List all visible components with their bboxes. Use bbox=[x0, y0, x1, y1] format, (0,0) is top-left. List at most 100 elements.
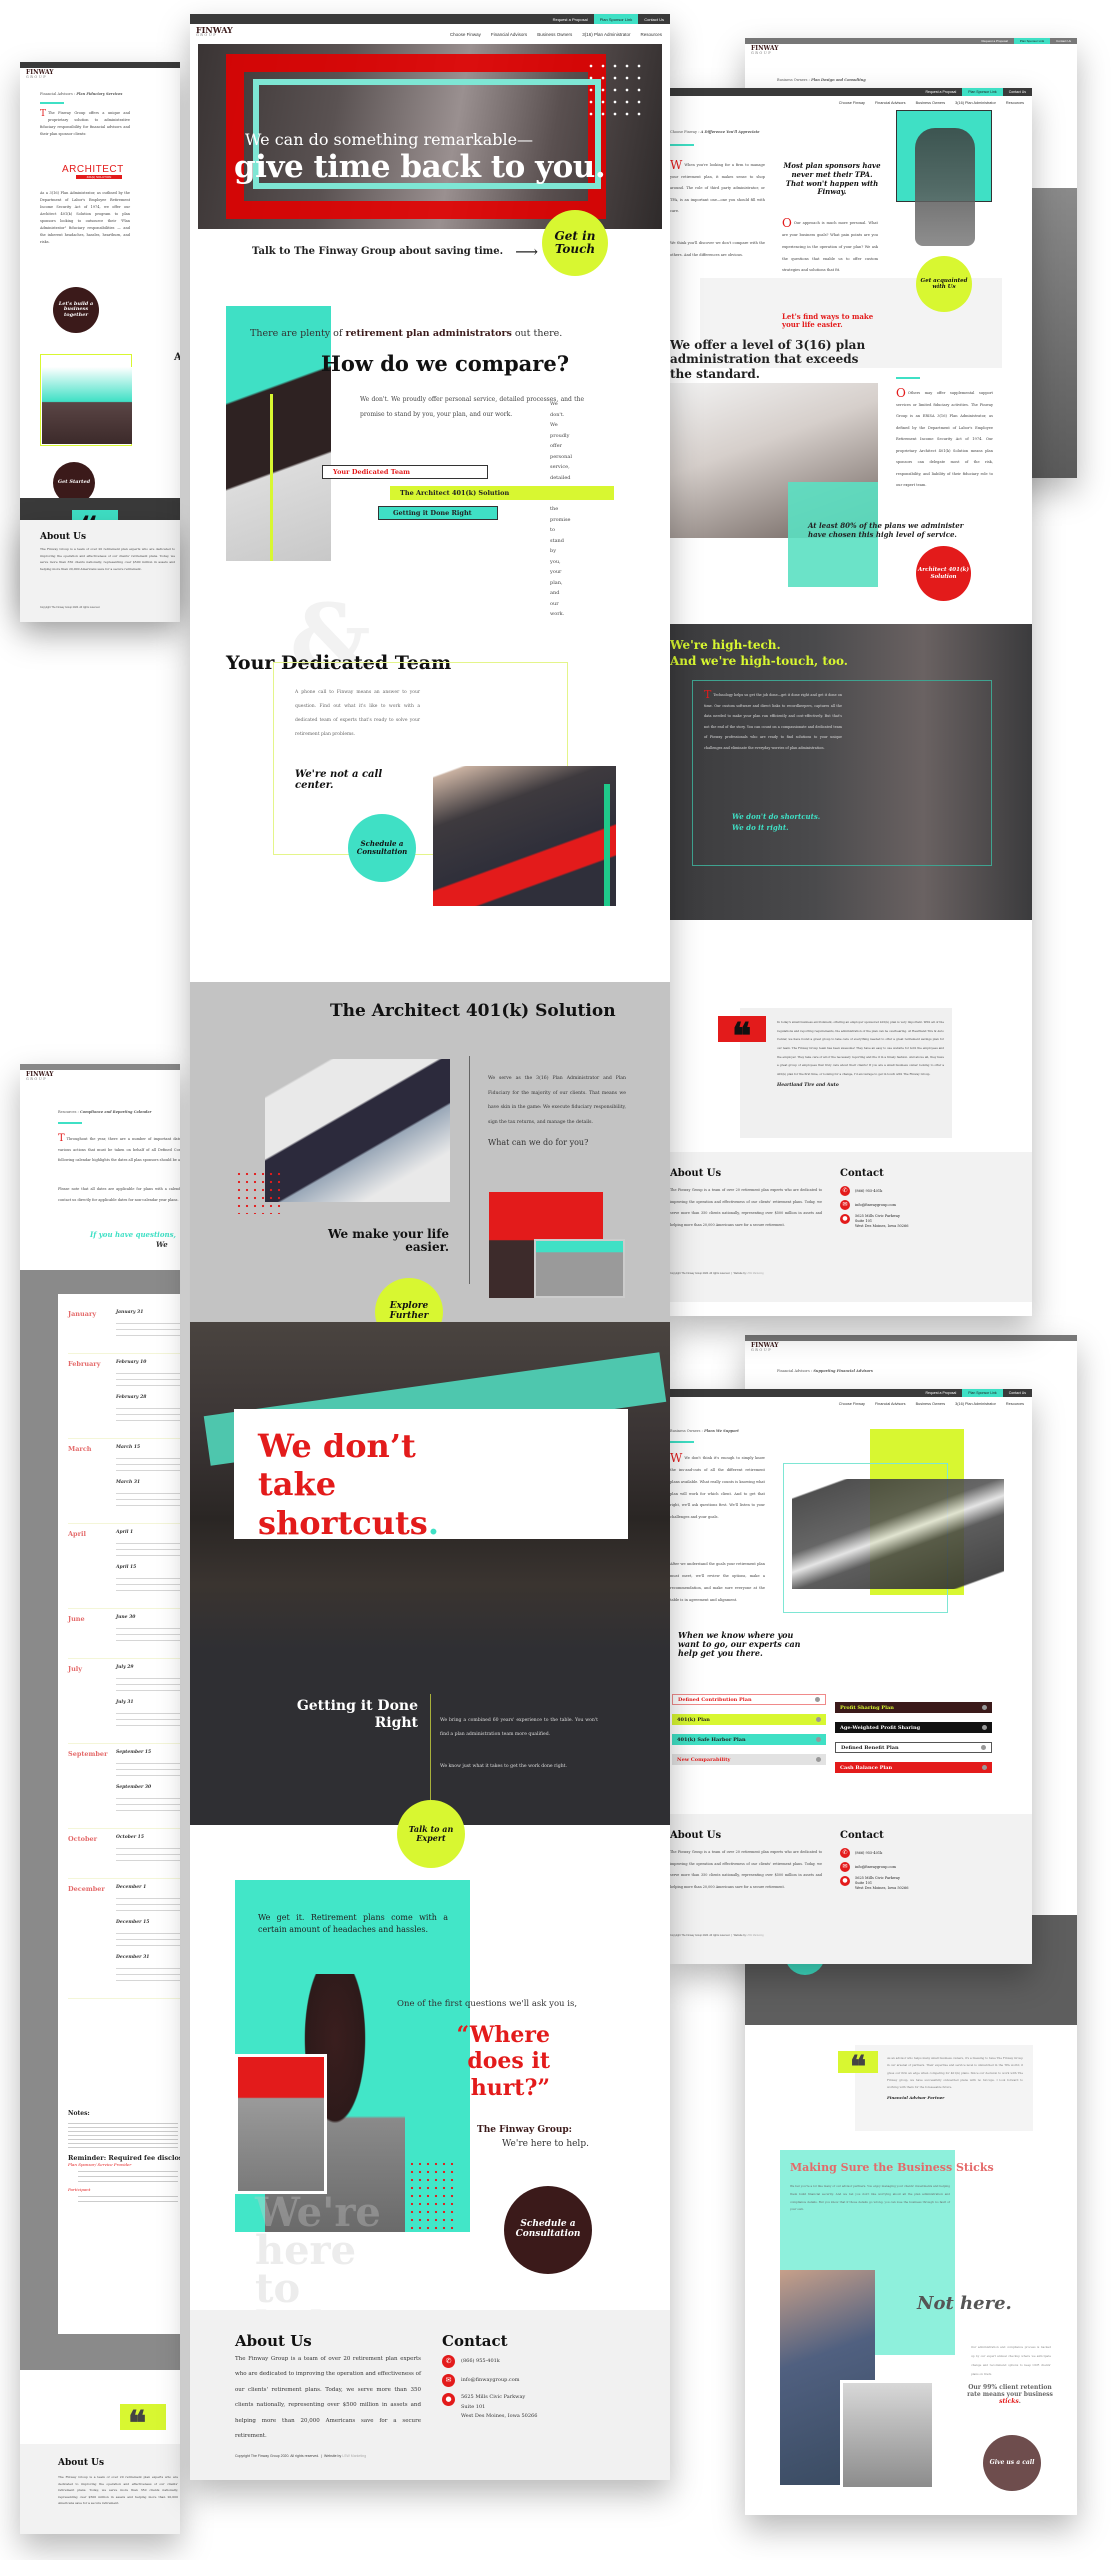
plan-accordion-button[interactable]: 401(k) Plan bbox=[672, 1714, 826, 1725]
breadcrumb-parent[interactable]: Business Owners bbox=[670, 1429, 700, 1433]
nav-resources[interactable]: Resources bbox=[1006, 1402, 1024, 1406]
nav-choose-finway[interactable]: Choose Finway bbox=[839, 1402, 865, 1406]
request-proposal-link[interactable]: Request a Proposal bbox=[975, 38, 1013, 44]
plan-sponsor-link[interactable]: Plan Sponsor Link bbox=[1013, 38, 1051, 44]
headset-woman-photo bbox=[42, 367, 132, 444]
plan-accordion-button[interactable]: 401(k) Safe Harbor Plan bbox=[672, 1734, 826, 1745]
finway-logo[interactable]: FINWAY GROUP bbox=[26, 1072, 54, 1082]
footer-phone[interactable]: (866) 955-401k bbox=[461, 2357, 500, 2366]
compare-link-architect[interactable]: The Architect 401(k) Solution bbox=[390, 486, 614, 500]
talk-to-expert-button[interactable]: Talk to an Expert bbox=[397, 1800, 465, 1868]
nav-resources[interactable]: Resources bbox=[1006, 101, 1024, 105]
breadcrumb: Choose Finway › A Difference You'll Appr… bbox=[670, 130, 760, 134]
nav-financial-advisors[interactable]: Financial Advisors bbox=[491, 32, 527, 37]
calendar-month-row: June June 30 bbox=[68, 1609, 180, 1659]
calendar-footer: About Us The Finway Group is a team of o… bbox=[20, 2444, 180, 2534]
nav-financial-advisors[interactable]: Financial Advisors bbox=[875, 101, 906, 105]
footer-email[interactable]: info@finwaygroup.com bbox=[855, 1203, 896, 1208]
breadcrumb-parent[interactable]: Business Owners bbox=[777, 78, 807, 82]
calendar-deadline-items bbox=[116, 1928, 180, 1950]
footer-phone[interactable]: (866) 955-401k bbox=[855, 1851, 882, 1856]
finway-logo[interactable]: FINWAY GROUP bbox=[751, 1343, 779, 1353]
plan-sponsor-link[interactable]: Plan Sponsor Link bbox=[962, 88, 1003, 96]
main-nav: Choose Finway Financial Advisors Busines… bbox=[190, 24, 670, 44]
credit-link[interactable]: LSW Marketing bbox=[342, 2454, 366, 2458]
architect-solution-button[interactable]: Architect 401(k) Solution bbox=[916, 546, 971, 601]
breadcrumb-current: Supporting Financial Advisors bbox=[813, 1369, 873, 1373]
compare-link-dedicated-team[interactable]: Your Dedicated Team bbox=[322, 465, 488, 479]
request-proposal-link[interactable]: Request a Proposal bbox=[920, 88, 963, 96]
architect-body: We serve as the 3(16) Plan Administrator… bbox=[488, 1076, 626, 1126]
team-consultation-button[interactable]: Schedule a Consultation bbox=[348, 814, 416, 882]
calendar-deadline-items bbox=[116, 1368, 180, 1390]
request-proposal-link[interactable]: Request a Proposal bbox=[920, 1389, 963, 1397]
hurt-schedule-button[interactable]: Schedule a Consultation bbox=[504, 2186, 592, 2274]
hurt-intro: We get it. Retirement plans come with a … bbox=[258, 1913, 448, 1934]
breadcrumb-parent[interactable]: Resources bbox=[58, 1110, 76, 1114]
plus-circle-icon bbox=[816, 1757, 821, 1762]
nav-resources[interactable]: Resources bbox=[640, 32, 662, 37]
compare-link-done-right[interactable]: Getting it Done Right bbox=[378, 506, 498, 520]
plan-accordion-button[interactable]: Profit Sharing Plan bbox=[835, 1702, 992, 1713]
plan-accordion-button[interactable]: Cash Balance Plan bbox=[835, 1762, 992, 1773]
plan-accordion-button[interactable]: New Comparability bbox=[672, 1754, 826, 1765]
plans-intro: W We don't think it's enough to simply kn… bbox=[670, 1451, 765, 1520]
nav-plan-administrator[interactable]: 3(16) Plan Administrator bbox=[955, 101, 996, 105]
credit-link[interactable]: LSW Marketing bbox=[747, 1272, 764, 1275]
nav-plan-administrator[interactable]: 3(16) Plan Administrator bbox=[582, 32, 630, 37]
build-business-button[interactable]: Let's build a business together bbox=[53, 287, 99, 333]
get-acquainted-button[interactable]: Get acquainted with Us bbox=[916, 256, 972, 312]
top-utility-bar bbox=[20, 1064, 180, 1070]
nav-business-owners[interactable]: Business Owners bbox=[916, 1402, 946, 1406]
finway-logo[interactable]: FINWAY GROUP bbox=[26, 70, 54, 80]
calendar-month-row: January January 31 bbox=[68, 1304, 180, 1354]
calendar-date-heading: April 1 bbox=[116, 1530, 134, 1535]
fiduciary-body: As a 3(16) Plan Administrator, as outlin… bbox=[40, 191, 130, 244]
nav-choose-finway[interactable]: Choose Finway bbox=[839, 101, 865, 105]
phone-icon: ✆ bbox=[840, 1186, 850, 1196]
nav-plan-administrator[interactable]: 3(16) Plan Administrator bbox=[955, 1402, 996, 1406]
plan-accordion-button[interactable]: Defined Contribution Plan bbox=[672, 1694, 826, 1705]
get-in-touch-button[interactable]: Get in Touch bbox=[542, 210, 608, 276]
plan-accordion-button[interactable]: Age-Weighted Profit Sharing bbox=[835, 1722, 992, 1733]
request-proposal-link[interactable]: Request a Proposal bbox=[547, 14, 594, 24]
footer-email[interactable]: info@finwaygroup.com bbox=[855, 1865, 896, 1870]
contact-us-link[interactable]: Contact Us bbox=[638, 14, 670, 24]
logo-subtext: GROUP bbox=[26, 1077, 48, 1081]
footer-contact-heading: Contact bbox=[840, 1830, 884, 1841]
calendar-deadline-items bbox=[116, 1453, 180, 1475]
architect-tagline: We make your life easier. bbox=[327, 1227, 449, 1255]
section-heading-peek: As bbox=[174, 352, 180, 363]
breadcrumb-parent[interactable]: Financial Advisors bbox=[40, 92, 73, 96]
breadcrumb-parent[interactable]: Choose Finway bbox=[670, 130, 697, 134]
difference-page-mockup: Request a Proposal Plan Sponsor Link Con… bbox=[670, 88, 1032, 1316]
footer-about-body: The Finway Group is a team of over 20 re… bbox=[58, 2475, 178, 2506]
calendar-month-row: April April 1 April 15 bbox=[68, 1524, 180, 1609]
credit-link[interactable]: LSW Marketing bbox=[747, 1934, 764, 1937]
breadcrumb-parent[interactable]: Financial Advisors bbox=[777, 1369, 810, 1373]
plan-sponsor-link[interactable]: Plan Sponsor Link bbox=[962, 1389, 1003, 1397]
plus-circle-icon bbox=[981, 1745, 986, 1750]
breadcrumb-current: Plan Design and Consulting bbox=[811, 78, 866, 82]
calendar-date-heading: September 15 bbox=[116, 1750, 152, 1755]
breadcrumb: Resources › Compliance and Reporting Cal… bbox=[58, 1110, 152, 1114]
give-us-a-call-button[interactable]: Give us a call bbox=[983, 2435, 1041, 2491]
plan-accordion-button[interactable]: Defined Benefit Plan bbox=[835, 1742, 992, 1753]
nav-business-owners[interactable]: Business Owners bbox=[537, 32, 572, 37]
nav-financial-advisors[interactable]: Financial Advisors bbox=[875, 1402, 906, 1406]
nav-business-owners[interactable]: Business Owners bbox=[916, 101, 946, 105]
contact-us-link[interactable]: Contact Us bbox=[1003, 88, 1032, 96]
finway-logo[interactable]: FINWAY GROUP bbox=[751, 46, 779, 56]
footer-copyright: Copyright The Finway Group 2020. All rig… bbox=[40, 606, 101, 609]
calendar-deadline-items bbox=[116, 1758, 180, 1780]
contact-us-link[interactable]: Contact Us bbox=[1050, 38, 1077, 44]
signoff-company: The Finway Group: bbox=[477, 2125, 572, 2135]
footer-email[interactable]: info@finwaygroup.com bbox=[461, 2376, 519, 2385]
plan-sponsor-link[interactable]: Plan Sponsor Link bbox=[593, 14, 639, 24]
architect-logo-text: ARCHITECT bbox=[62, 164, 124, 175]
contact-us-link[interactable]: Contact Us bbox=[1003, 1389, 1032, 1397]
accent-line bbox=[896, 377, 920, 379]
footer-phone[interactable]: (866) 955-401k bbox=[855, 1189, 882, 1194]
nav-choose-finway[interactable]: Choose Finway bbox=[450, 32, 481, 37]
logo-subtext: GROUP bbox=[26, 75, 48, 79]
